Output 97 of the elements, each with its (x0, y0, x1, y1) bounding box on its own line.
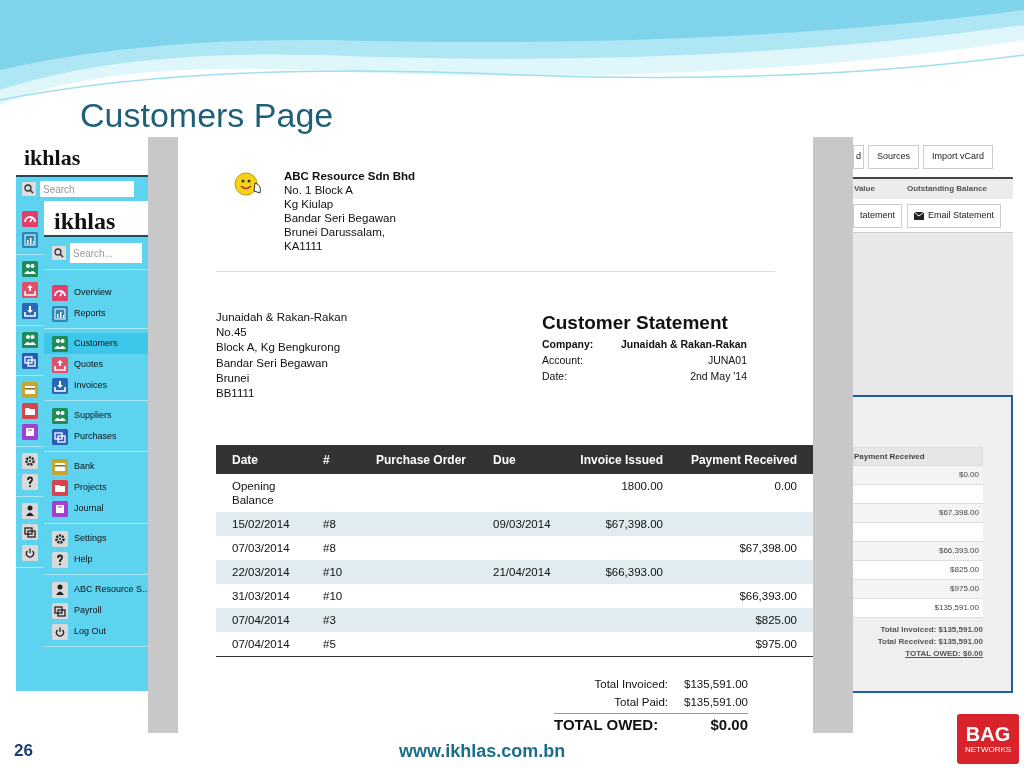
nav-item[interactable]: Help (44, 549, 148, 570)
table-cell: #10 (323, 590, 343, 603)
column-header: Payment Received (689, 451, 798, 469)
address-line: No. 1 Block A (284, 183, 355, 197)
nav-item[interactable]: Customers (44, 333, 148, 354)
search-icon (22, 182, 36, 196)
page-number: 26 (14, 740, 33, 763)
total-label: Total Invoiced: (594, 677, 668, 693)
meta-value: 2nd May '14 (690, 369, 747, 384)
address-line: Kg Kiulap (284, 197, 335, 211)
table-cell-text: 15/02/2014 (232, 517, 291, 532)
column-header: Outstanding Balance (906, 183, 987, 195)
column-header: Value (853, 183, 876, 195)
company-logo: BAG NETWORKS (957, 714, 1019, 764)
statement-button[interactable]: tatement (853, 203, 903, 228)
table-cell: #5 (323, 638, 336, 651)
meta-label: Company: (542, 337, 594, 352)
nav-item[interactable]: Journal (44, 498, 148, 519)
meta-label: Date: (542, 369, 568, 384)
table-cell: $975.00 (755, 638, 797, 651)
address-line: No.45 (216, 325, 248, 341)
nav-item[interactable]: Reports (44, 303, 148, 324)
nav-item[interactable]: Settings (44, 528, 148, 549)
column-header: Invoice Issued (579, 451, 664, 469)
nav-item[interactable]: Payroll (44, 600, 148, 621)
table-cell: $825.00 (755, 614, 797, 627)
table-cell-text: 31/03/2014 (232, 589, 291, 604)
address-line: Brunei (216, 370, 251, 386)
nav-item[interactable]: Log Out (44, 621, 148, 642)
table-cell: $0.00 (958, 469, 979, 481)
column-header: Purchase Order (376, 451, 468, 469)
smiley-icon (234, 169, 264, 197)
table-cell: $67,398.00 (938, 507, 979, 519)
table-cell: 21/04/2014 (493, 566, 551, 579)
meta-label: Account: (542, 353, 583, 368)
table-cell: 0.00 (774, 480, 797, 493)
table-cell-text: 07/04/2014 (232, 613, 291, 628)
app-logo: ikhlas (54, 207, 117, 236)
address-line: Bandar Seri Begawan (216, 355, 329, 371)
company-name: ABC Resource Sdn Bhd (284, 169, 415, 183)
total-value: $135,591.00 (683, 695, 748, 711)
column-header: # (323, 451, 331, 469)
table-cell: $67,398.00 (739, 542, 797, 555)
address-line: Brunei Darussalam, (284, 225, 386, 239)
table-cell-text: 07/03/2014 (232, 541, 291, 556)
table-cell: $135,591.00 (934, 602, 979, 614)
meta-value: JUNA01 (707, 353, 747, 368)
toolbar-button[interactable]: d (853, 145, 864, 169)
nav-item[interactable]: Bank (44, 456, 148, 477)
total-line: Total Received: $135,591.00 (877, 636, 983, 648)
total-value: $135,591.00 (683, 677, 748, 693)
nav-item[interactable]: Quotes (44, 354, 148, 375)
toolbar-button[interactable]: Sources (868, 145, 920, 169)
search-icon (52, 246, 66, 260)
search-field[interactable]: Search... (70, 243, 142, 263)
nav-item[interactable]: Suppliers (44, 405, 148, 426)
table-cell: #10 (323, 566, 343, 579)
address-line: Junaidah & Rakan-Rakan (216, 310, 348, 325)
table-cell: $66,393.00 (605, 566, 663, 579)
table-cell: 09/03/2014 (493, 518, 551, 531)
nav-item[interactable]: Projects (44, 477, 148, 498)
nav-item[interactable]: Overview (44, 282, 148, 303)
table-cell: #3 (323, 614, 336, 627)
table-cell: $67,398.00 (605, 518, 663, 531)
total-line: Total Invoiced: $135,591.00 (880, 624, 983, 636)
address-line: Bandar Seri Begawan (284, 211, 397, 225)
app-logo: ikhlas (24, 144, 82, 172)
address-line: KA1111 (284, 239, 324, 253)
table-cell-text: 07/04/2014 (232, 637, 291, 652)
nav-item[interactable]: Purchases (44, 426, 148, 447)
table-cell: $825.00 (950, 564, 979, 576)
column-header: Due (493, 451, 517, 469)
column-header: Date (231, 451, 259, 469)
table-cell-text: 22/03/2014 (232, 565, 291, 580)
total-owed-value: $0.00 (710, 715, 748, 736)
meta-value: Junaidah & Rakan-Rakan (620, 337, 747, 352)
table-cell: $975.00 (950, 583, 979, 595)
statement-title: Customer Statement (542, 311, 729, 335)
total-label: Total Paid: (614, 695, 668, 711)
nav-item[interactable]: Invoices (44, 375, 148, 396)
total-owed: TOTAL OWED: $0.00 (905, 648, 983, 660)
table-cell: #8 (323, 518, 336, 531)
column-header: Payment Received (853, 447, 983, 466)
address-line: Block A, Kg Bengkurong (216, 340, 342, 356)
total-owed-label: TOTAL OWED: (554, 715, 659, 736)
table-cell: #8 (323, 542, 336, 555)
address-line: BB1111 (216, 386, 256, 401)
slide-title: Customers Page (80, 96, 334, 134)
toolbar-button[interactable]: Import vCard (923, 145, 994, 169)
table-cell-text: Opening Balance (232, 479, 277, 508)
envelope-icon (914, 211, 925, 220)
website-url: www.ikhlas.com.bn (398, 739, 566, 763)
table-cell: 1800.00 (621, 480, 663, 493)
search-field[interactable]: Search (40, 181, 134, 197)
table-cell: $66,393.00 (938, 545, 979, 557)
table-cell: $66,393.00 (739, 590, 797, 603)
email-button[interactable]: Email Statement (907, 203, 1002, 228)
